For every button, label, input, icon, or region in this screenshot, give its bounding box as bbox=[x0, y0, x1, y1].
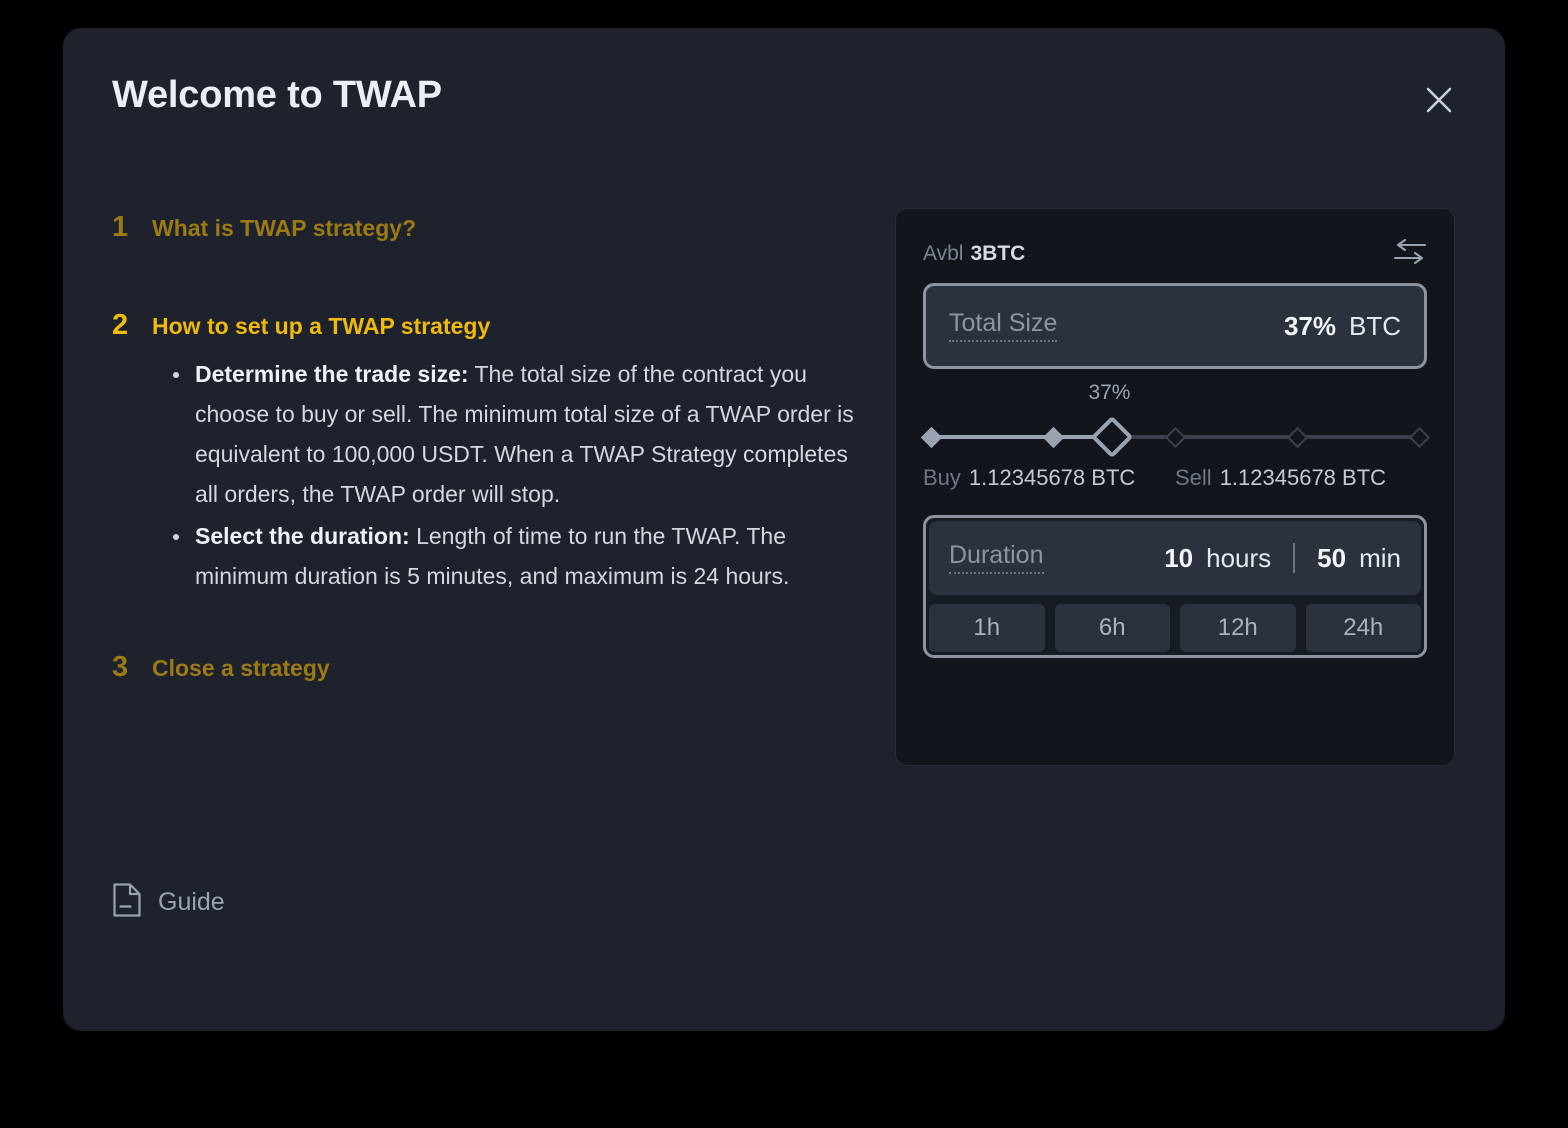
guide-label: Guide bbox=[158, 888, 225, 916]
duration-preset-1h[interactable]: 1h bbox=[929, 604, 1045, 652]
duration-preset-24h[interactable]: 24h bbox=[1305, 604, 1421, 652]
total-size-value: 37% bbox=[1283, 310, 1336, 341]
steps-list: 1 What is TWAP strategy? 2 How to set up… bbox=[112, 198, 872, 684]
twap-preview-panel: Avbl 3BTC Total Size 37% BTC 37% Buy 1.1… bbox=[895, 208, 1455, 766]
duration-minutes-value: 50 bbox=[1317, 542, 1347, 573]
duration-preset-6h[interactable]: 6h bbox=[1054, 604, 1170, 652]
slider-value-label: 37% bbox=[1088, 381, 1131, 404]
available-balance-value: 3BTC bbox=[970, 242, 1026, 265]
close-icon bbox=[1424, 85, 1454, 115]
size-slider[interactable]: 37% bbox=[920, 381, 1430, 459]
step-title: What is TWAP strategy? bbox=[152, 215, 417, 241]
total-size-label: Total Size bbox=[949, 309, 1058, 343]
total-size-unit: BTC bbox=[1349, 310, 1401, 341]
total-size-field-inner: Total Size 37% BTC bbox=[929, 289, 1421, 363]
duration-hours-value: 10 bbox=[1164, 542, 1194, 573]
close-button[interactable] bbox=[1417, 78, 1461, 122]
page-title: Welcome to TWAP bbox=[112, 74, 442, 116]
duration-field: Duration 10 hours 50 min 1h 6h 12h 24h bbox=[923, 515, 1427, 658]
list-item: Determine the trade size: The total size… bbox=[167, 354, 872, 514]
buy-amount: Buy 1.12345678 BTC bbox=[923, 465, 1175, 491]
step-item-2[interactable]: 2 How to set up a TWAP strategy bbox=[112, 308, 872, 342]
step-item-1[interactable]: 1 What is TWAP strategy? bbox=[112, 211, 872, 244]
total-size-field[interactable]: Total Size 37% BTC bbox=[923, 283, 1427, 369]
duration-minutes-unit: min bbox=[1359, 542, 1401, 573]
duration-values: 10 hours 50 min bbox=[1164, 543, 1401, 574]
twap-welcome-dialog: Welcome to TWAP 1 What is TWAP strategy?… bbox=[63, 28, 1505, 1031]
bullet-lead: Determine the trade size: bbox=[195, 360, 469, 387]
total-size-value-group: 37% BTC bbox=[1284, 311, 1401, 342]
step-title: How to set up a TWAP strategy bbox=[152, 312, 491, 339]
screen-root: Welcome to TWAP 1 What is TWAP strategy?… bbox=[0, 0, 1568, 1128]
buy-label: Buy bbox=[923, 465, 961, 490]
step-2-bullets: Determine the trade size: The total size… bbox=[167, 354, 872, 596]
available-balance-row: Avbl 3BTC bbox=[923, 237, 1427, 271]
duration-minutes[interactable]: 50 min bbox=[1317, 543, 1401, 574]
available-balance: Avbl 3BTC bbox=[923, 242, 1025, 266]
list-item: Select the duration: Length of time to r… bbox=[167, 516, 872, 596]
slider-tick-75[interactable] bbox=[1286, 426, 1308, 448]
duration-label: Duration bbox=[949, 541, 1044, 575]
guide-link[interactable]: Guide bbox=[112, 883, 225, 922]
available-balance-label: Avbl bbox=[923, 242, 964, 265]
step-number: 1 bbox=[112, 211, 129, 243]
slider-tick-50[interactable] bbox=[1164, 426, 1186, 448]
swap-arrows-icon[interactable] bbox=[1393, 238, 1427, 270]
buy-sell-row: Buy 1.12345678 BTC Sell 1.12345678 BTC bbox=[923, 465, 1427, 491]
duration-presets: 1h 6h 12h 24h bbox=[929, 595, 1421, 652]
bullet-lead: Select the duration: bbox=[195, 522, 410, 549]
duration-divider bbox=[1293, 543, 1296, 573]
duration-input-row[interactable]: Duration 10 hours 50 min bbox=[929, 521, 1421, 595]
buy-value: 1.12345678 BTC bbox=[968, 465, 1136, 490]
step-item-3[interactable]: 3 Close a strategy bbox=[112, 650, 872, 684]
duration-hours-unit: hours bbox=[1206, 542, 1272, 573]
sell-label: Sell bbox=[1175, 465, 1212, 490]
document-icon bbox=[112, 883, 142, 922]
slider-handle[interactable] bbox=[1090, 415, 1133, 459]
slider-track-fill bbox=[931, 435, 1112, 439]
sell-amount: Sell 1.12345678 BTC bbox=[1175, 465, 1427, 491]
step-number: 3 bbox=[112, 650, 129, 683]
slider-tick-100[interactable] bbox=[1408, 426, 1430, 448]
slider-tick-25[interactable] bbox=[1042, 426, 1064, 448]
duration-preset-12h[interactable]: 12h bbox=[1180, 604, 1296, 652]
step-number: 2 bbox=[112, 308, 129, 341]
slider-track[interactable] bbox=[920, 415, 1430, 459]
slider-tick-0[interactable] bbox=[920, 426, 942, 448]
duration-hours[interactable]: 10 hours bbox=[1164, 543, 1271, 574]
step-title: Close a strategy bbox=[152, 654, 330, 681]
sell-value: 1.12345678 BTC bbox=[1219, 465, 1387, 490]
